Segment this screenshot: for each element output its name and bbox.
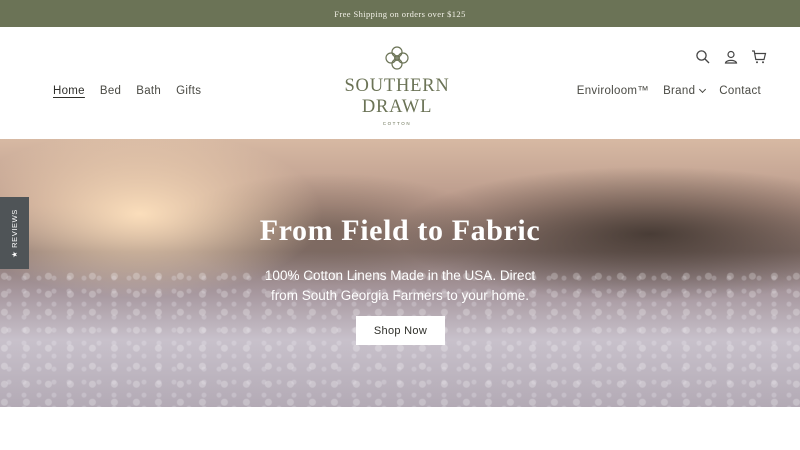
nav-enviroloom[interactable]: Enviroloom™ (577, 85, 649, 97)
search-icon[interactable] (695, 49, 711, 65)
logo-line-1: SOUTHERN (344, 76, 450, 96)
cart-icon[interactable] (751, 49, 767, 65)
nav-brand[interactable]: Brand (663, 85, 707, 97)
nav-gifts[interactable]: Gifts (176, 85, 201, 97)
main-nav-left: Home Bed Bath Gifts (53, 85, 201, 97)
logo-knot-icon (385, 46, 409, 70)
main-nav-right: Enviroloom™ Brand Contact (577, 85, 761, 97)
reviews-tab[interactable]: ★ REVIEWS (0, 197, 29, 269)
nav-bed[interactable]: Bed (100, 85, 121, 97)
shop-now-button[interactable]: Shop Now (356, 316, 445, 345)
site-logo[interactable]: SOUTHERN DRAWL COTTON (337, 43, 457, 126)
nav-home[interactable]: Home (53, 85, 85, 97)
hero-banner: From Field to Fabric 100% Cotton Linens … (0, 139, 800, 407)
nav-brand-label: Brand (663, 85, 696, 97)
account-icon[interactable] (723, 49, 739, 65)
announcement-bar: Free Shipping on orders over $125 (0, 0, 800, 27)
announcement-text: Free Shipping on orders over $125 (334, 8, 466, 19)
chevron-down-icon (699, 85, 707, 94)
logo-subline: COTTON (382, 121, 412, 126)
nav-contact-label: Contact (719, 85, 761, 97)
nav-bath[interactable]: Bath (136, 85, 161, 97)
hero-subtitle: 100% Cotton Linens Made in the USA. Dire… (264, 268, 536, 303)
site-header: Home Bed Bath Gifts SOUTHERN DRAWL COTTO… (0, 27, 800, 139)
nav-contact[interactable]: Contact (719, 85, 761, 97)
header-icons (695, 49, 767, 65)
hero-title: From Field to Fabric (259, 214, 541, 247)
nav-enviroloom-label: Enviroloom™ (576, 85, 650, 97)
reviews-tab-label: ★ REVIEWS (10, 208, 20, 258)
logo-line-2: DRAWL (361, 97, 433, 117)
